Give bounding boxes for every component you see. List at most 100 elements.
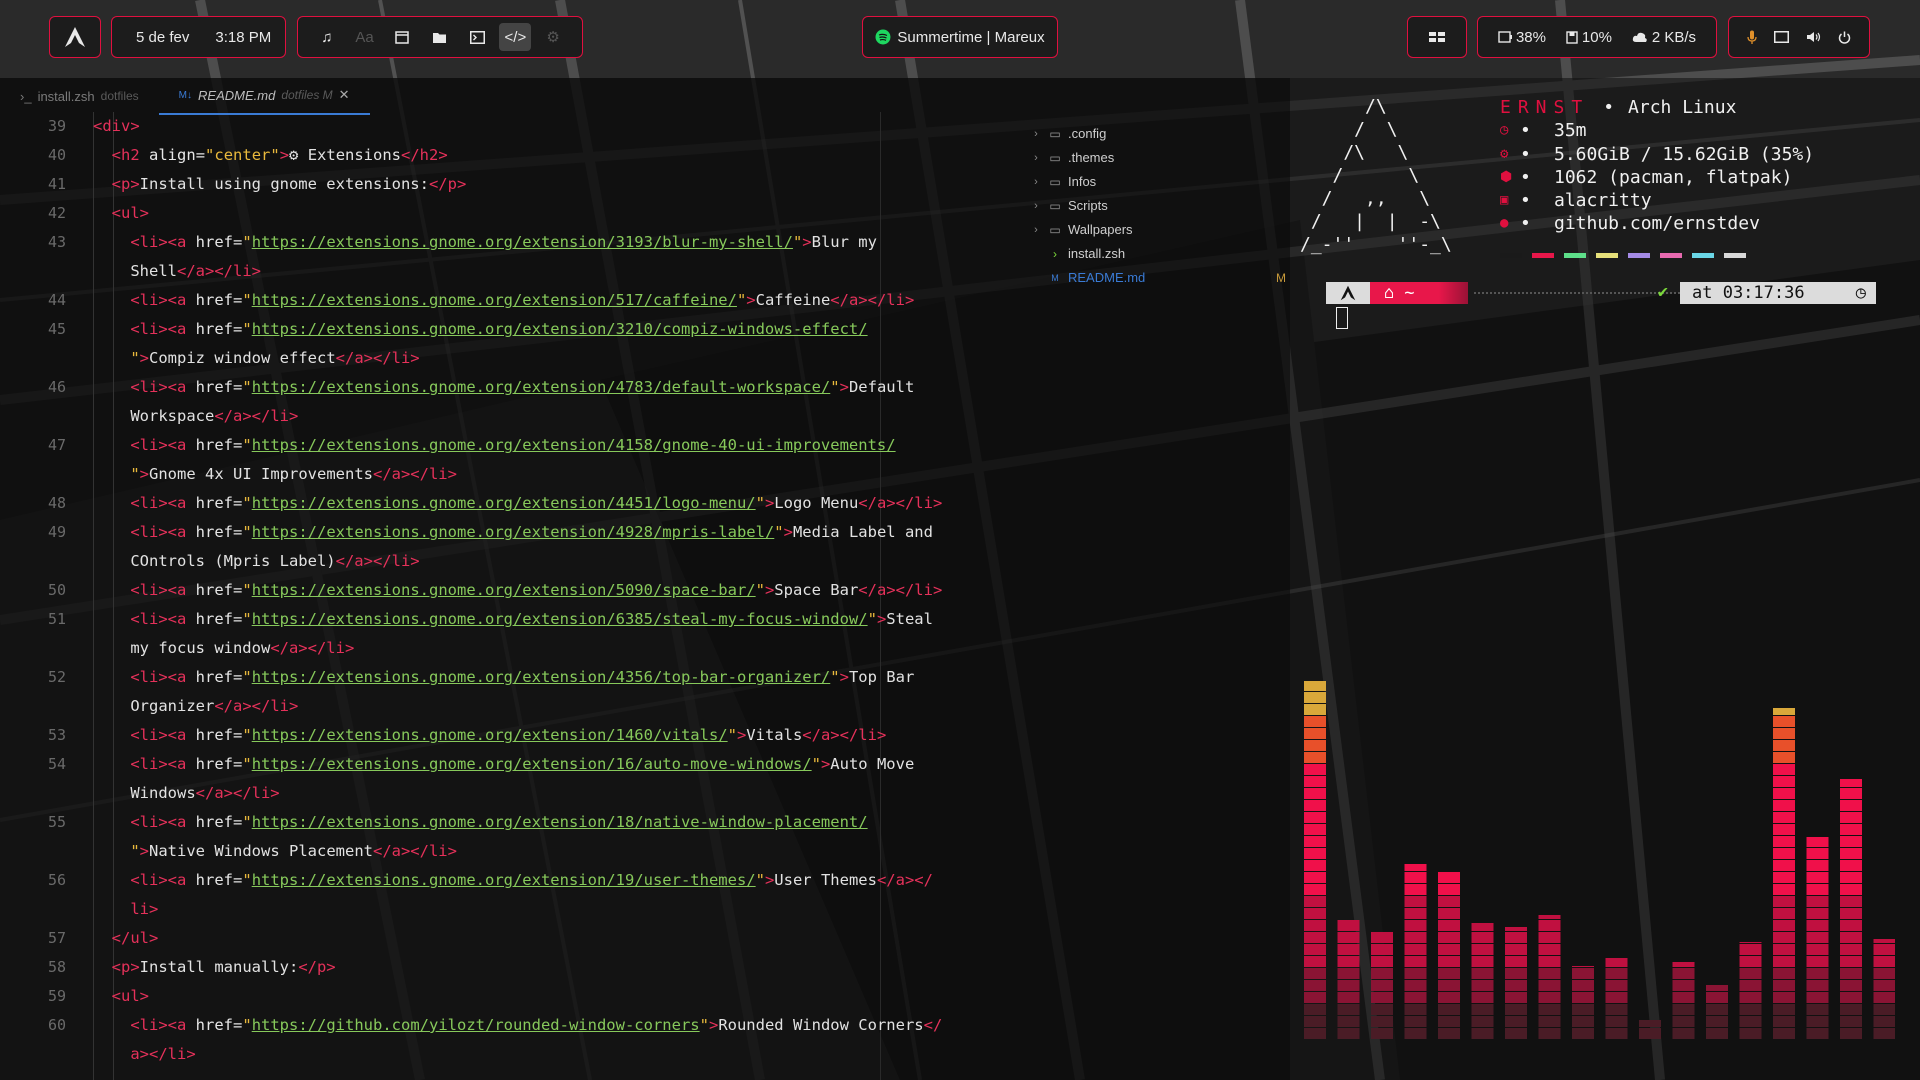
line-content: <li><a href="https://github.com/yilozt/r… bbox=[130, 1016, 943, 1034]
line-content: ">Native Windows Placement</a></li> bbox=[130, 842, 457, 860]
fetch-username: ERNST bbox=[1500, 97, 1590, 118]
code-line[interactable]: ">Native Windows Placement</a></li> bbox=[0, 837, 1010, 866]
close-tab-icon[interactable]: ✕ bbox=[339, 87, 350, 103]
media-title: Summertime | Mareux bbox=[897, 28, 1045, 46]
code-line[interactable]: ">Gnome 4x UI Improvements</a></li> bbox=[0, 460, 1010, 489]
tree-item-label: README.md bbox=[1068, 270, 1146, 285]
tree-item[interactable]: M README.md M bbox=[1030, 266, 1290, 290]
prompt-arch-icon bbox=[1326, 282, 1370, 304]
tree-item[interactable]: › ▭ .config bbox=[1030, 122, 1290, 146]
code-line[interactable]: Windows</a></li> bbox=[0, 779, 1010, 808]
code-line[interactable]: 55 <li><a href="https://extensions.gnome… bbox=[0, 808, 1010, 837]
tab-readme-md[interactable]: M↓ README.md dotfiles M ✕ bbox=[158, 77, 370, 115]
line-content: <li><a href="https://extensions.gnome.or… bbox=[130, 610, 933, 628]
microphone-icon[interactable] bbox=[1747, 30, 1758, 45]
code-line[interactable]: Workspace</a></li> bbox=[0, 402, 1010, 431]
code-line[interactable]: 42 <ul> bbox=[0, 199, 1010, 228]
code-line[interactable]: 60 <li><a href="https://github.com/yiloz… bbox=[0, 1011, 1010, 1040]
visualizer-bar bbox=[1505, 927, 1527, 1039]
code-line[interactable]: 43 <li><a href="https://extensions.gnome… bbox=[0, 228, 1010, 257]
code-line[interactable]: 58 <p>Install manually:</p> bbox=[0, 953, 1010, 982]
code-line[interactable]: Organizer</a></li> bbox=[0, 692, 1010, 721]
music-icon[interactable]: ♫ bbox=[311, 23, 343, 51]
code-line[interactable]: Shell</a></li> bbox=[0, 257, 1010, 286]
code-line[interactable]: 59 <ul> bbox=[0, 982, 1010, 1011]
code-line[interactable]: 57 </ul> bbox=[0, 924, 1010, 953]
code-line[interactable]: 53 <li><a href="https://extensions.gnome… bbox=[0, 721, 1010, 750]
code-editor-window: ›_ install.zsh dotfiles M↓ README.md dot… bbox=[0, 78, 1290, 1080]
shell-file-icon: › bbox=[1053, 247, 1057, 261]
line-content: <li><a href="https://extensions.gnome.or… bbox=[130, 523, 933, 541]
media-player-widget[interactable]: Summertime | Mareux bbox=[862, 16, 1058, 58]
code-line[interactable]: my focus window</a></li> bbox=[0, 634, 1010, 663]
line-number: 50 bbox=[47, 581, 66, 599]
code-line[interactable]: 50 <li><a href="https://extensions.gnome… bbox=[0, 576, 1010, 605]
chevron-right-icon: › bbox=[1034, 152, 1038, 164]
code-line[interactable]: 39 <div> bbox=[0, 112, 1010, 141]
tree-item[interactable]: › ▭ Wallpapers bbox=[1030, 218, 1290, 242]
tree-item[interactable]: › ▭ Infos bbox=[1030, 170, 1290, 194]
line-content: <h2 align="center">⚙ Extensions</h2> bbox=[111, 146, 448, 164]
app-launcher-bar: ♫ Aa </> ⚙ bbox=[297, 16, 583, 58]
code-line[interactable]: 46 <li><a href="https://extensions.gnome… bbox=[0, 373, 1010, 402]
code-line[interactable]: 44 <li><a href="https://extensions.gnome… bbox=[0, 286, 1010, 315]
code-line[interactable]: 54 <li><a href="https://extensions.gnome… bbox=[0, 750, 1010, 779]
code-line[interactable]: li> bbox=[0, 895, 1010, 924]
line-content: Shell</a></li> bbox=[93, 262, 261, 280]
activities-button[interactable] bbox=[49, 16, 101, 58]
clock-widget[interactable]: 5 de fev 3:18 PM bbox=[111, 16, 286, 58]
line-content: Workspace</a></li> bbox=[93, 407, 299, 425]
line-number: 57 bbox=[47, 929, 66, 947]
code-line[interactable]: ">Compiz window effect</a></li> bbox=[0, 344, 1010, 373]
code-line[interactable]: 49 <li><a href="https://extensions.gnome… bbox=[0, 518, 1010, 547]
visualizer-bar bbox=[1706, 985, 1728, 1039]
line-number: 40 bbox=[47, 146, 66, 164]
line-content: </ul> bbox=[111, 929, 159, 947]
code-line[interactable]: 45 <li><a href="https://extensions.gnome… bbox=[0, 315, 1010, 344]
settings-icon[interactable]: ⚙ bbox=[537, 23, 569, 51]
line-content: <li><a href="https://extensions.gnome.or… bbox=[130, 378, 915, 396]
code-line[interactable]: 48 <li><a href="https://extensions.gnome… bbox=[0, 489, 1010, 518]
terminal-icon[interactable] bbox=[462, 23, 494, 51]
screen-icon[interactable] bbox=[1774, 31, 1790, 43]
code-line[interactable]: 51 <li><a href="https://extensions.gnome… bbox=[0, 605, 1010, 634]
line-content: <ul> bbox=[111, 987, 149, 1005]
line-content: <li><a href="https://extensions.gnome.or… bbox=[130, 755, 915, 773]
code-line[interactable]: a></li> bbox=[0, 1040, 1010, 1069]
line-content: <li><a href="https://extensions.gnome.or… bbox=[130, 494, 943, 512]
visualizer-bar bbox=[1304, 681, 1326, 1039]
workspace-grid-button[interactable] bbox=[1407, 16, 1467, 58]
visualizer-bar bbox=[1371, 932, 1393, 1039]
font-icon[interactable]: Aa bbox=[349, 23, 381, 51]
code-line[interactable]: 52 <li><a href="https://extensions.gnome… bbox=[0, 663, 1010, 692]
code-area[interactable]: 39 <div> 40 <h2 align="center">⚙ Extension… bbox=[0, 112, 1010, 1080]
calendar-icon[interactable] bbox=[386, 23, 418, 51]
tree-item[interactable]: › ▭ .themes bbox=[1030, 146, 1290, 170]
terminal-cursor bbox=[1336, 307, 1348, 329]
tree-item-label: install.zsh bbox=[1068, 246, 1126, 261]
visualizer-bar bbox=[1337, 920, 1360, 1039]
system-stats-widget[interactable]: 38% 10% 2 KB/s bbox=[1477, 16, 1717, 58]
code-line[interactable]: COntrols (Mpris Label)</a></li> bbox=[0, 547, 1010, 576]
color-swatch bbox=[1596, 253, 1618, 258]
visualizer-bar bbox=[1739, 942, 1762, 1039]
power-icon[interactable] bbox=[1838, 31, 1851, 44]
visualizer-bar bbox=[1538, 915, 1561, 1039]
volume-icon[interactable] bbox=[1806, 31, 1821, 43]
code-line[interactable]: 56 <li><a href="https://extensions.gnome… bbox=[0, 866, 1010, 895]
code-line[interactable]: 40 <h2 align="center">⚙ Extensions</h2> bbox=[0, 141, 1010, 170]
code-editor-icon[interactable]: </> bbox=[499, 23, 532, 51]
color-swatch bbox=[1660, 253, 1682, 258]
code-line[interactable]: 41 <p>Install using gnome extensions:</p… bbox=[0, 170, 1010, 199]
tree-item[interactable]: › install.zsh bbox=[1030, 242, 1290, 266]
date-label: 5 de fev bbox=[136, 28, 190, 46]
line-content: <ul> bbox=[111, 204, 149, 222]
line-content: <li><a href="https://extensions.gnome.or… bbox=[130, 726, 887, 744]
code-line[interactable]: 47 <li><a href="https://extensions.gnome… bbox=[0, 431, 1010, 460]
line-number: 47 bbox=[47, 436, 66, 454]
tab-install-zsh[interactable]: ›_ install.zsh dotfiles bbox=[0, 78, 159, 114]
folder-icon[interactable] bbox=[424, 23, 456, 51]
chevron-right-icon: › bbox=[1034, 224, 1038, 236]
line-content: <li><a href="https://extensions.gnome.or… bbox=[130, 320, 868, 338]
tree-item[interactable]: › ▭ Scripts bbox=[1030, 194, 1290, 218]
